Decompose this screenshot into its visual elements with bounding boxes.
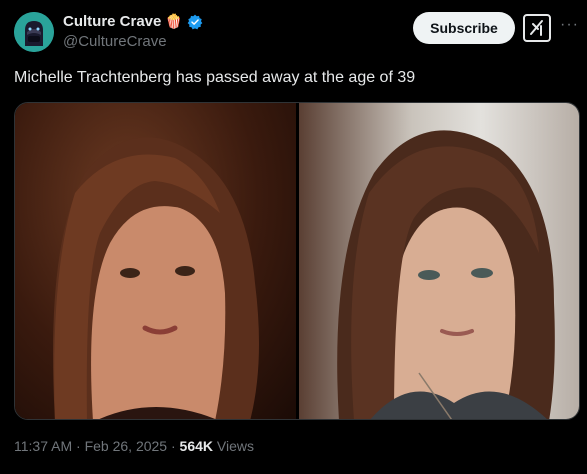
tweet-media[interactable]	[14, 102, 580, 420]
tweet-date[interactable]: Feb 26, 2025	[85, 438, 168, 454]
verified-badge-icon	[187, 14, 203, 30]
portrait-left-illustration	[53, 137, 259, 419]
avatar[interactable]	[14, 12, 54, 52]
more-options-icon[interactable]: ···	[560, 16, 579, 34]
author-name-row[interactable]: Culture Crave 🍿	[63, 13, 203, 30]
tweet-time[interactable]: 11:37 AM	[14, 438, 72, 454]
meta-separator: ·	[76, 438, 81, 454]
media-photo-right[interactable]	[298, 103, 579, 419]
author-name[interactable]: Culture Crave	[63, 13, 161, 30]
views-label: Views	[216, 438, 254, 454]
avatar-logo-icon	[14, 12, 54, 52]
author-handle[interactable]: @CultureCrave	[63, 33, 167, 50]
portrait-right-illustration	[336, 130, 555, 419]
meta-separator: ·	[170, 438, 176, 454]
views-count[interactable]: 564K	[180, 438, 213, 454]
tweet-meta: 11:37 AM · Feb 26, 2025 · 564K Views	[14, 438, 254, 454]
popcorn-emoji: 🍿	[165, 13, 183, 29]
subscribe-button[interactable]: Subscribe	[413, 12, 515, 44]
tweet-text: Michelle Trachtenberg has passed away at…	[14, 69, 416, 86]
media-photo-left[interactable]	[15, 103, 296, 419]
grok-icon[interactable]	[523, 14, 551, 42]
